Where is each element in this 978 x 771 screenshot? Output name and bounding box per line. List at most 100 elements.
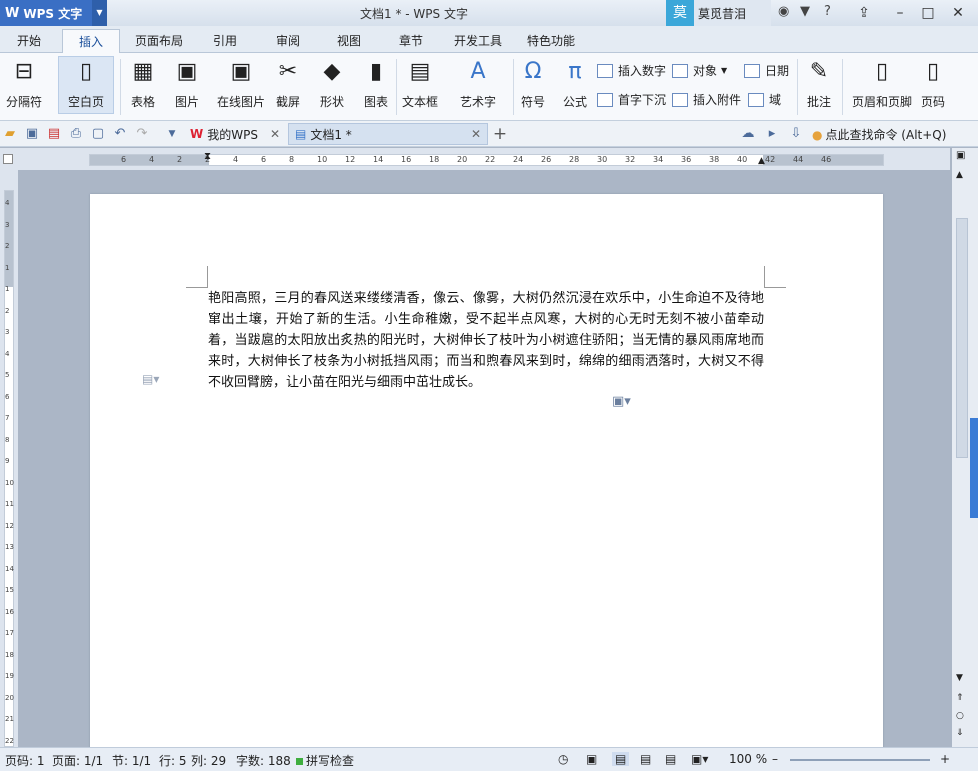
doc-tab-document1[interactable]: ▤ 文档1 * ✕ xyxy=(288,123,488,145)
share-icon[interactable]: ▸ xyxy=(764,126,780,142)
section-status[interactable]: 节: 1/1 xyxy=(112,752,151,769)
eye-protect-icon[interactable]: ▣▾ xyxy=(691,752,708,766)
command-search[interactable]: ● 点此查找命令 (Alt+Q) xyxy=(812,126,946,143)
select-browse-icon[interactable]: ○ xyxy=(956,711,964,721)
user-account[interactable]: 莫 莫觅昔泪 xyxy=(666,0,771,26)
outline-view-icon[interactable]: ▤ xyxy=(640,752,651,766)
object-button[interactable]: 对象 ▼ xyxy=(672,62,727,79)
customize-chevron-icon[interactable]: ▼ xyxy=(164,126,180,142)
sidebar-toggle[interactable] xyxy=(970,418,978,518)
undo-icon[interactable]: ↶ xyxy=(112,126,128,142)
next-page-icon[interactable]: ⇓ xyxy=(956,728,964,738)
paste-options-icon[interactable]: ▣▾ xyxy=(612,394,631,409)
status-bar: 页码: 1 页面: 1/1 节: 1/1 行: 5 列: 29 字数: 188 … xyxy=(0,747,978,771)
doc-tab-mywps[interactable]: W 我的WPS ✕ xyxy=(184,123,286,145)
document-page[interactable]: ▤▾ 艳阳高照，三月的春风送来缕缕清香，像云、像雾，大树仍然沉浸在欢乐中，小生命… xyxy=(90,194,883,754)
blank-page-button[interactable]: ▯ 空白页 xyxy=(58,56,114,114)
app-menu-button[interactable]: W WPS 文字 ▼ xyxy=(0,0,107,26)
tab-home[interactable]: 开始 xyxy=(17,32,41,49)
shirt-icon[interactable]: ▼ xyxy=(800,4,810,19)
maximize-button[interactable]: □ xyxy=(914,2,942,24)
ruler-tick-label: 46 xyxy=(821,155,832,164)
comment-button[interactable]: ✎ 批注 xyxy=(806,57,832,110)
scroll-thumb[interactable] xyxy=(956,218,968,458)
scroll-up-icon[interactable]: ▲ xyxy=(956,170,963,180)
zoom-in-icon[interactable]: + xyxy=(940,752,950,766)
tab-references[interactable]: 引用 xyxy=(213,32,237,49)
sync-icon[interactable]: ⇩ xyxy=(788,126,804,142)
spell-check-status[interactable]: 拼写检查 xyxy=(296,752,354,769)
header-footer-button[interactable]: ▯ 页眉和页脚 xyxy=(852,57,912,110)
preview-icon[interactable]: ▢ xyxy=(90,126,106,142)
tab-view[interactable]: 视图 xyxy=(337,32,361,49)
page-break-button[interactable]: ⊟ 分隔符 xyxy=(6,57,42,110)
ruler-tick-label: 22 xyxy=(485,155,496,164)
tab-chapter[interactable]: 章节 xyxy=(399,32,423,49)
fullscreen-icon[interactable]: ▣ xyxy=(586,752,597,766)
help-icon[interactable]: ? xyxy=(824,4,831,19)
web-view-icon[interactable]: ▤ xyxy=(665,752,676,766)
scroll-down-icon[interactable]: ▼ xyxy=(956,673,963,683)
table-button[interactable]: ▦ 表格 xyxy=(130,57,156,110)
zoom-slider[interactable] xyxy=(790,759,930,761)
new-tab-icon[interactable]: + xyxy=(492,126,508,143)
textbox-button[interactable]: ▤ 文本框 xyxy=(402,57,438,110)
ruler-tick-label: 16 xyxy=(401,155,412,164)
skin-icon[interactable]: ◉ xyxy=(778,4,789,19)
close-tab-icon[interactable]: ✕ xyxy=(270,127,280,141)
picture-button[interactable]: ▣ 图片 xyxy=(174,57,200,110)
pdf-icon[interactable]: ▤ xyxy=(46,126,62,142)
zoom-out-icon[interactable]: – xyxy=(772,752,778,766)
minimize-button[interactable]: – xyxy=(886,2,914,24)
insert-number-button[interactable]: 插入数字 xyxy=(597,62,666,79)
right-indent-marker[interactable]: ▲ xyxy=(758,156,765,166)
formula-button[interactable]: π 公式 xyxy=(562,57,588,110)
field-button[interactable]: 域 xyxy=(748,91,781,108)
vruler-tick-label: 17 xyxy=(5,629,14,637)
word-count-status[interactable]: 字数: 188 xyxy=(236,752,291,769)
screenshot-button[interactable]: ✂ 截屏 xyxy=(275,57,301,110)
chevron-down-icon[interactable]: ▼ xyxy=(92,0,107,26)
shape-button[interactable]: ◆ 形状 xyxy=(319,57,345,110)
zoom-level[interactable]: 100 % xyxy=(729,752,767,766)
indent-marker[interactable]: ⧗ xyxy=(204,151,211,162)
vruler-tick-label: 18 xyxy=(5,650,14,659)
online-picture-button[interactable]: ▣ 在线图片 xyxy=(217,57,265,110)
row-status: 行: 5 xyxy=(159,754,187,768)
open-icon[interactable]: ▰ xyxy=(2,126,18,142)
tab-stop-selector[interactable] xyxy=(3,154,13,164)
horizontal-ruler[interactable]: 6 4 2 2 4 6 8 10 12 14 16 18 20 22 24 26 28 30 32 34 36 38 40 4… xyxy=(0,148,950,170)
vruler-tick-label: 11 xyxy=(5,500,14,508)
vertical-scrollbar[interactable]: ▣ ▲ ▼ ⇑ ○ ⇓ xyxy=(952,148,978,747)
upload-icon[interactable]: ⇪ xyxy=(850,2,878,24)
page-number-button[interactable]: ▯ 页码 xyxy=(920,57,946,110)
print-icon[interactable]: ⎙ xyxy=(68,126,84,142)
cloud-icon[interactable]: ☁ xyxy=(740,126,756,142)
ruler-tick-label: 44 xyxy=(793,155,804,164)
symbol-button[interactable]: Ω 符号 xyxy=(520,57,546,110)
document-text[interactable]: 艳阳高照，三月的春风送来缕缕清香，像云、像雾，大树仍然沉浸在欢乐中，小生命迫不及… xyxy=(208,288,764,393)
separator xyxy=(842,59,843,115)
tab-review[interactable]: 审阅 xyxy=(276,32,300,49)
drop-cap-button[interactable]: 首字下沉 xyxy=(597,91,666,108)
redo-icon[interactable]: ↷ xyxy=(134,126,150,142)
prev-page-icon[interactable]: ⇑ xyxy=(956,693,964,703)
page-view-icon[interactable]: ▤ xyxy=(612,752,630,766)
tab-page-layout[interactable]: 页面布局 xyxy=(135,32,183,49)
close-tab-icon[interactable]: ✕ xyxy=(471,127,481,141)
pages-status[interactable]: 页面: 1/1 xyxy=(52,752,103,769)
wordart-button[interactable]: A 艺术字 xyxy=(460,57,496,110)
tab-special[interactable]: 特色功能 xyxy=(527,32,575,49)
date-button[interactable]: 日期 xyxy=(744,62,789,79)
page-number-status[interactable]: 页码: 1 xyxy=(5,752,45,769)
tab-developer[interactable]: 开发工具 xyxy=(454,32,502,49)
split-view-icon[interactable]: ▣ xyxy=(956,150,965,161)
save-icon[interactable]: ▣ xyxy=(24,126,40,142)
ruler-tick-label: 6 xyxy=(261,155,267,164)
history-icon[interactable]: ◷ xyxy=(558,752,568,766)
close-button[interactable]: ✕ xyxy=(944,2,972,24)
paragraph-menu-icon[interactable]: ▤▾ xyxy=(142,372,159,386)
insert-attachment-button[interactable]: 插入附件 xyxy=(672,91,741,108)
chart-button[interactable]: ▮ 图表 xyxy=(363,57,389,110)
tab-insert[interactable]: 插入 xyxy=(62,29,121,54)
